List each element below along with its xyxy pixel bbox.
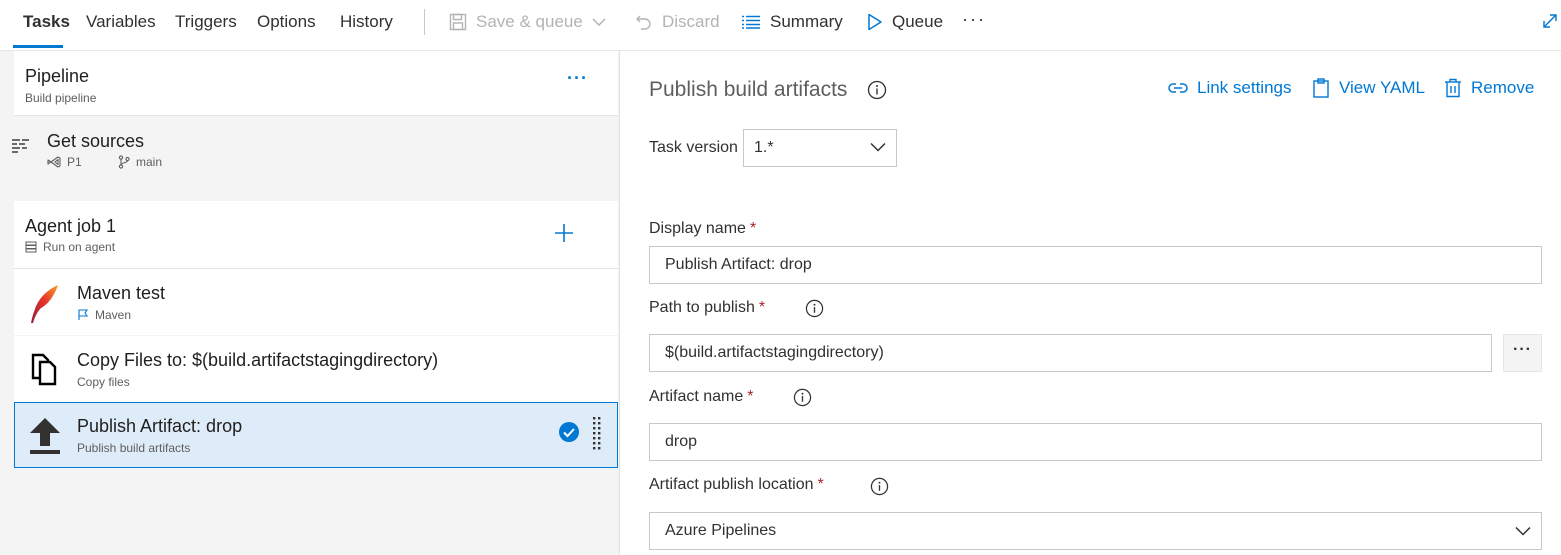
- required-mark: *: [749, 220, 757, 237]
- discard-button[interactable]: Discard: [635, 8, 720, 36]
- agent-job-subtitle: Run on agent: [25, 240, 115, 254]
- task-subtitle-label: Publish build artifacts: [77, 441, 191, 455]
- summary-label: Summary: [770, 12, 843, 31]
- browse-button[interactable]: ···: [1503, 334, 1542, 372]
- view-yaml-label: View YAML: [1339, 78, 1425, 97]
- tab-tasks[interactable]: Tasks: [23, 12, 70, 32]
- pipeline-title: Pipeline: [25, 66, 90, 86]
- artifact-name-label: Artifact name *: [649, 388, 754, 405]
- required-mark: *: [817, 476, 824, 493]
- task-subtitle: Maven: [77, 308, 131, 322]
- save-queue-button[interactable]: Save & queue: [449, 8, 606, 36]
- display-name-field[interactable]: Publish Artifact: drop: [649, 246, 1542, 284]
- save-icon: [449, 13, 467, 31]
- toolbar-divider: [424, 9, 425, 35]
- publish-location-select[interactable]: Azure Pipelines: [649, 512, 1542, 550]
- task-title: Publish Artifact: drop: [77, 416, 243, 436]
- maven-feather-icon: [27, 283, 63, 323]
- chevron-down-icon: [592, 17, 606, 27]
- link-settings-button[interactable]: Link settings: [1168, 78, 1292, 98]
- display-name-label: Display name *: [649, 220, 757, 237]
- list-icon: [11, 138, 31, 154]
- source-project-label: P1: [67, 155, 82, 169]
- check-circle-icon: [558, 421, 580, 443]
- get-sources-title: Get sources: [47, 131, 145, 151]
- save-queue-label: Save & queue: [476, 12, 583, 31]
- trash-icon: [1444, 78, 1462, 98]
- tab-triggers[interactable]: Triggers: [175, 12, 237, 32]
- drag-handle-icon[interactable]: [592, 415, 602, 455]
- expand-icon[interactable]: [1542, 13, 1558, 29]
- server-icon: [25, 241, 37, 253]
- path-to-publish-field[interactable]: $(build.artifactstagingdirectory): [649, 334, 1492, 372]
- agent-job-title: Agent job 1: [25, 216, 117, 236]
- pipeline-more-button[interactable]: ···: [567, 68, 588, 89]
- branch-icon: [118, 155, 130, 169]
- agent-job-item[interactable]: Agent job 1 Run on agent: [14, 201, 618, 269]
- task-subtitle: Copy files: [77, 375, 130, 389]
- task-publish-artifact[interactable]: Publish Artifact: drop Publish build art…: [14, 402, 618, 468]
- summary-button[interactable]: Summary: [741, 8, 843, 36]
- panel-divider: [619, 51, 620, 555]
- view-yaml-button[interactable]: View YAML: [1312, 78, 1425, 98]
- more-actions-button[interactable]: ···: [962, 9, 986, 30]
- pipeline-subtitle: Build pipeline: [25, 91, 97, 105]
- source-project: P1: [47, 155, 82, 169]
- agent-job-subtitle-label: Run on agent: [43, 240, 116, 254]
- info-icon[interactable]: [805, 299, 824, 318]
- path-label: Path to publish *: [649, 299, 766, 316]
- required-mark: *: [758, 299, 766, 316]
- queue-button[interactable]: Queue: [867, 8, 943, 36]
- task-version-select[interactable]: 1.*: [743, 129, 897, 167]
- chevron-down-icon: [1515, 526, 1531, 536]
- task-copy-files[interactable]: Copy Files to: $(build.artifactstagingdi…: [14, 336, 618, 402]
- task-details-title: Publish build artifacts: [649, 78, 848, 101]
- publish-location-value: Azure Pipelines: [665, 522, 777, 539]
- tab-history[interactable]: History: [340, 12, 393, 32]
- artifact-name-field[interactable]: drop: [649, 423, 1542, 461]
- pipeline-header[interactable]: Pipeline Build pipeline ···: [14, 51, 618, 116]
- source-branch-label: main: [136, 155, 163, 169]
- info-icon[interactable]: [867, 80, 887, 100]
- tab-variables[interactable]: Variables: [86, 12, 156, 32]
- flag-icon: [77, 309, 89, 321]
- task-subtitle-label: Maven: [95, 308, 132, 322]
- copy-files-icon: [27, 350, 63, 388]
- undo-icon: [635, 13, 653, 31]
- required-mark: *: [747, 388, 754, 405]
- publish-location-label: Artifact publish location *: [649, 476, 824, 493]
- chevron-down-icon: [870, 142, 886, 152]
- task-version-label: Task version: [649, 139, 738, 156]
- queue-label: Queue: [892, 12, 944, 31]
- clipboard-icon: [1312, 78, 1330, 98]
- remove-label: Remove: [1471, 78, 1535, 97]
- play-icon: [867, 13, 883, 31]
- task-subtitle-label: Copy files: [77, 375, 130, 389]
- remove-button[interactable]: Remove: [1444, 78, 1534, 98]
- link-icon: [1168, 81, 1188, 95]
- tab-options[interactable]: Options: [257, 12, 316, 32]
- add-icon[interactable]: [554, 223, 574, 243]
- info-icon[interactable]: [793, 388, 812, 407]
- task-title: Copy Files to: $(build.artifactstagingdi…: [77, 350, 439, 370]
- active-tab-indicator: [13, 45, 63, 48]
- task-version-value: 1.*: [754, 139, 774, 156]
- info-icon[interactable]: [870, 477, 889, 496]
- task-title: Maven test: [77, 283, 166, 303]
- top-toolbar: Tasks Variables Triggers Options History…: [0, 0, 1561, 51]
- discard-label: Discard: [662, 12, 720, 31]
- task-maven-test[interactable]: Maven test Maven: [14, 269, 618, 335]
- task-subtitle: Publish build artifacts: [77, 441, 190, 455]
- upload-icon: [27, 416, 63, 454]
- visual-studio-icon: [47, 156, 61, 168]
- link-settings-label: Link settings: [1197, 78, 1292, 97]
- source-branch: main: [118, 155, 162, 169]
- pipeline-tree-panel: Pipeline Build pipeline ··· Get sources …: [0, 51, 619, 555]
- list-icon: [741, 15, 761, 29]
